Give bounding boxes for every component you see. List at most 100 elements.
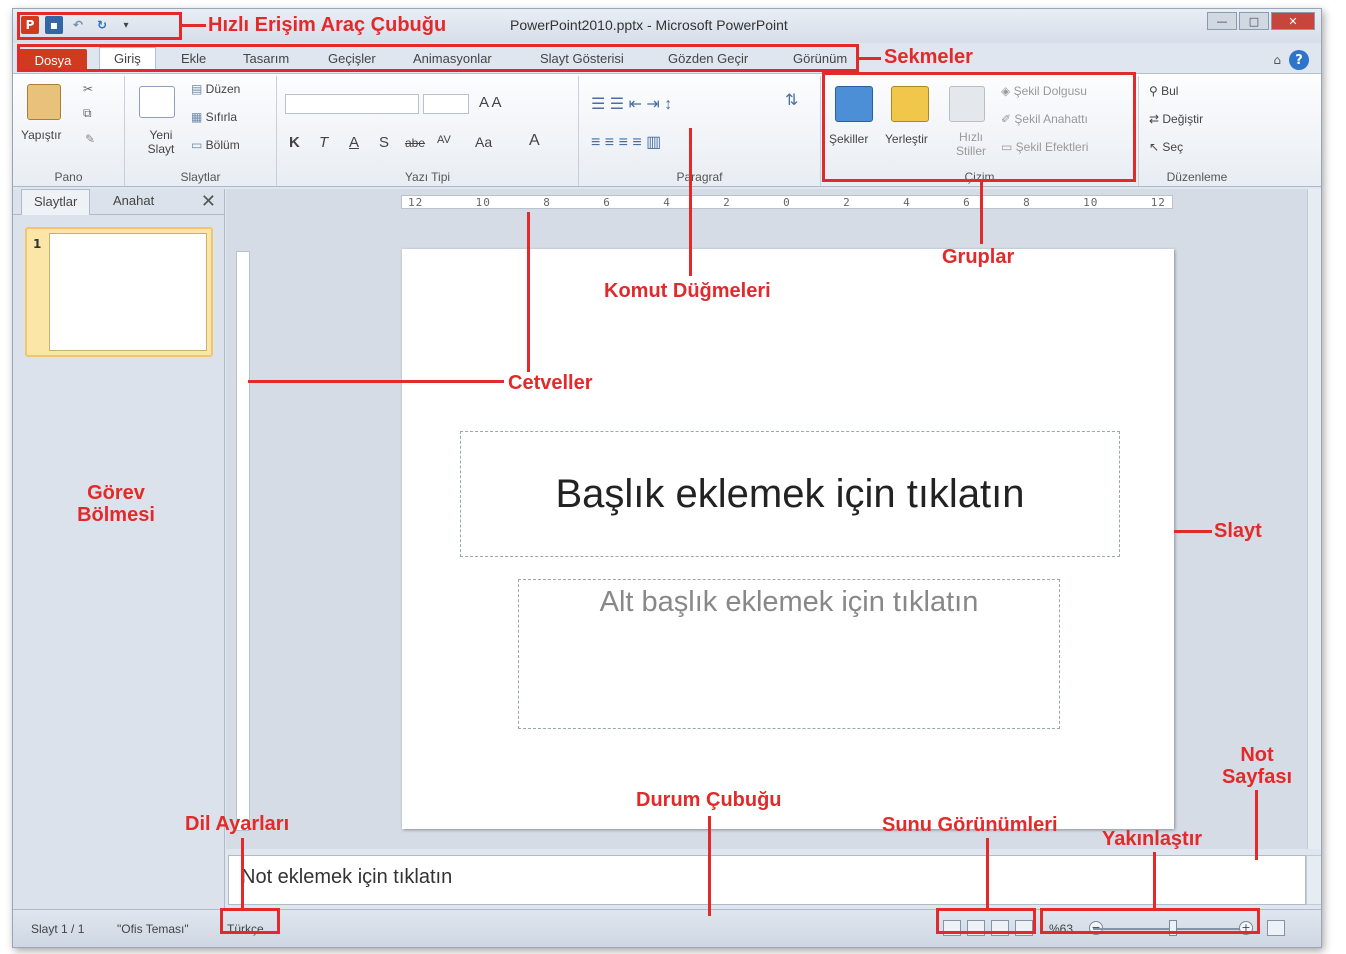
ruler-tick-label: 8 <box>1023 195 1031 209</box>
paste-button[interactable]: Yapıştır <box>21 128 61 142</box>
thumbnail-slide <box>49 233 207 351</box>
annotation-line-notes-page <box>1255 790 1258 860</box>
section-label: Bölüm <box>205 138 240 152</box>
subtitle-placeholder[interactable]: Alt başlık eklemek için tıklatın <box>518 579 1060 729</box>
reset-label: Sıfırla <box>205 110 238 124</box>
annotation-line-qat <box>182 24 206 27</box>
annotation-commands: Komut Düğmeleri <box>604 280 771 302</box>
minimize-button[interactable]: — <box>1207 12 1237 30</box>
group-paragraph: ☰ ☰ ⇤ ⇥ ↕ ≡ ≡ ≡ ≡ ▥ ⇅ Paragraf <box>579 76 821 186</box>
slide-counter: Slayt 1 / 1 <box>31 922 85 936</box>
annotation-line-commands <box>689 128 692 276</box>
annotation-line-language <box>241 838 244 908</box>
annotation-line-tabs <box>859 57 881 60</box>
char-spacing-button[interactable]: AV <box>437 134 451 146</box>
strikethrough-button[interactable]: abe <box>405 136 425 150</box>
ruler-tick-label: 10 <box>1083 195 1099 209</box>
title-placeholder[interactable]: Başlık eklemek için tıklatın <box>460 431 1120 557</box>
select-icon: ↖ <box>1149 140 1163 154</box>
annotation-views: Sunu Görünümleri <box>882 814 1058 836</box>
annotation-line-groups <box>980 182 983 244</box>
format-painter-icon[interactable]: ✎ <box>85 132 95 146</box>
vertical-ruler <box>236 251 250 831</box>
cut-icon[interactable]: ✂ <box>83 82 93 96</box>
notes-scrollbar[interactable] <box>1306 855 1321 905</box>
annotation-task-pane: Görev Bölmesi <box>77 482 155 526</box>
annotation-box-tabs <box>17 44 859 72</box>
theme-name[interactable]: "Ofis Teması" <box>117 922 189 936</box>
group-slides: Yeni Slayt ▤ Düzen ▦ Sıfırla ▭ Bölüm Sla… <box>125 76 277 186</box>
find-button[interactable]: ⚲ Bul <box>1149 84 1178 98</box>
grow-font-icon[interactable]: A A <box>479 94 502 111</box>
group-label-clipboard: Pano <box>54 170 83 184</box>
close-button[interactable]: ✕ <box>1271 12 1315 30</box>
group-label-font: Yazı Tipi <box>404 170 451 184</box>
reset-button[interactable]: ▦ Sıfırla <box>191 110 237 124</box>
new-slide-button[interactable]: Yeni Slayt <box>141 128 181 156</box>
annotation-box-language <box>220 908 280 934</box>
layout-icon: ▤ <box>191 82 206 96</box>
ruler-tick-label: 4 <box>903 195 911 209</box>
ruler-tick-label: 2 <box>723 195 731 209</box>
close-pane-icon[interactable]: ✕ <box>201 191 216 212</box>
annotation-line-views <box>986 838 989 908</box>
annotation-line-slide <box>1174 530 1212 533</box>
annotation-line-status-bar <box>708 816 711 916</box>
maximize-button[interactable]: □ <box>1239 12 1269 30</box>
shadow-button[interactable]: S <box>379 134 389 151</box>
select-button[interactable]: ↖ Seç <box>1149 140 1183 154</box>
replace-label: Değiştir <box>1162 112 1204 126</box>
annotation-box-groups <box>822 72 1136 182</box>
horizontal-ruler: 12 10 8 6 4 2 0 2 4 6 8 10 12 <box>401 195 1173 209</box>
annotation-line-zoom <box>1153 852 1156 908</box>
help-icon[interactable]: ? <box>1289 50 1309 70</box>
ruler-tick-label: 0 <box>783 195 791 209</box>
tab-slides-pane[interactable]: Slaytlar <box>21 189 91 215</box>
annotation-qat: Hızlı Erişim Araç Çubuğu <box>208 14 447 36</box>
ruler-tick-label: 4 <box>663 195 671 209</box>
section-button[interactable]: ▭ Bölüm <box>191 138 240 152</box>
change-case-button[interactable]: Aa <box>475 134 492 150</box>
copy-icon[interactable]: ⧉ <box>83 106 92 121</box>
annotation-slide: Slayt <box>1214 520 1262 542</box>
pane-tabs: Slaytlar Anahat ✕ <box>13 189 224 215</box>
font-color-button[interactable]: A <box>529 132 540 150</box>
ruler-tick-label: 12 <box>1150 195 1166 209</box>
font-size-combo[interactable] <box>423 94 469 114</box>
group-label-paragraph: Paragraf <box>676 170 723 184</box>
group-clipboard: Yapıştır ✂ ⧉ ✎ Pano <box>13 76 125 186</box>
group-label-slides: Slaytlar <box>180 170 221 184</box>
tab-outline-pane[interactable]: Anahat <box>113 193 154 208</box>
select-label: Seç <box>1162 140 1184 154</box>
find-icon: ⚲ <box>1149 84 1162 98</box>
annotation-line-ruler-v <box>248 380 504 383</box>
annotation-box-views <box>936 908 1036 934</box>
annotation-rulers: Cetveller <box>508 372 593 394</box>
replace-button[interactable]: ⇄ Değiştir <box>1149 112 1203 126</box>
annotation-language: Dil Ayarları <box>185 813 290 835</box>
slide-thumbnail[interactable]: 1 <box>25 227 213 357</box>
underline-button[interactable]: A <box>349 134 359 151</box>
italic-button[interactable]: T <box>319 134 328 151</box>
group-label-editing: Düzenleme <box>1166 170 1228 184</box>
font-name-combo[interactable] <box>285 94 419 114</box>
layout-button[interactable]: ▤ Düzen <box>191 82 240 96</box>
ruler-tick-label: 12 <box>408 195 424 209</box>
vertical-scrollbar[interactable] <box>1307 189 1321 849</box>
align-icons[interactable]: ≡ ≡ ≡ ≡ ▥ <box>591 132 661 152</box>
minimize-ribbon-icon[interactable]: ⌂ <box>1273 53 1281 67</box>
annotation-line-ruler-h <box>527 212 530 372</box>
ruler-tick-label: 6 <box>603 195 611 209</box>
bold-button[interactable]: K <box>289 134 300 151</box>
fit-to-window-icon[interactable] <box>1267 920 1285 936</box>
notes-pane[interactable]: Not eklemek için tıklatın <box>228 855 1306 905</box>
text-direction-icon[interactable]: ⇅ <box>785 90 798 110</box>
slide-number: 1 <box>33 237 42 251</box>
bullets-icon[interactable]: ☰ ☰ ⇤ ⇥ ↕ <box>591 94 672 114</box>
replace-icon: ⇄ <box>1149 112 1163 126</box>
slide: Başlık eklemek için tıklatın Alt başlık … <box>402 249 1174 829</box>
find-label: Bul <box>1161 84 1179 98</box>
annotation-groups: Gruplar <box>942 246 1015 268</box>
paste-icon[interactable] <box>27 84 61 120</box>
new-slide-icon[interactable] <box>139 86 175 118</box>
